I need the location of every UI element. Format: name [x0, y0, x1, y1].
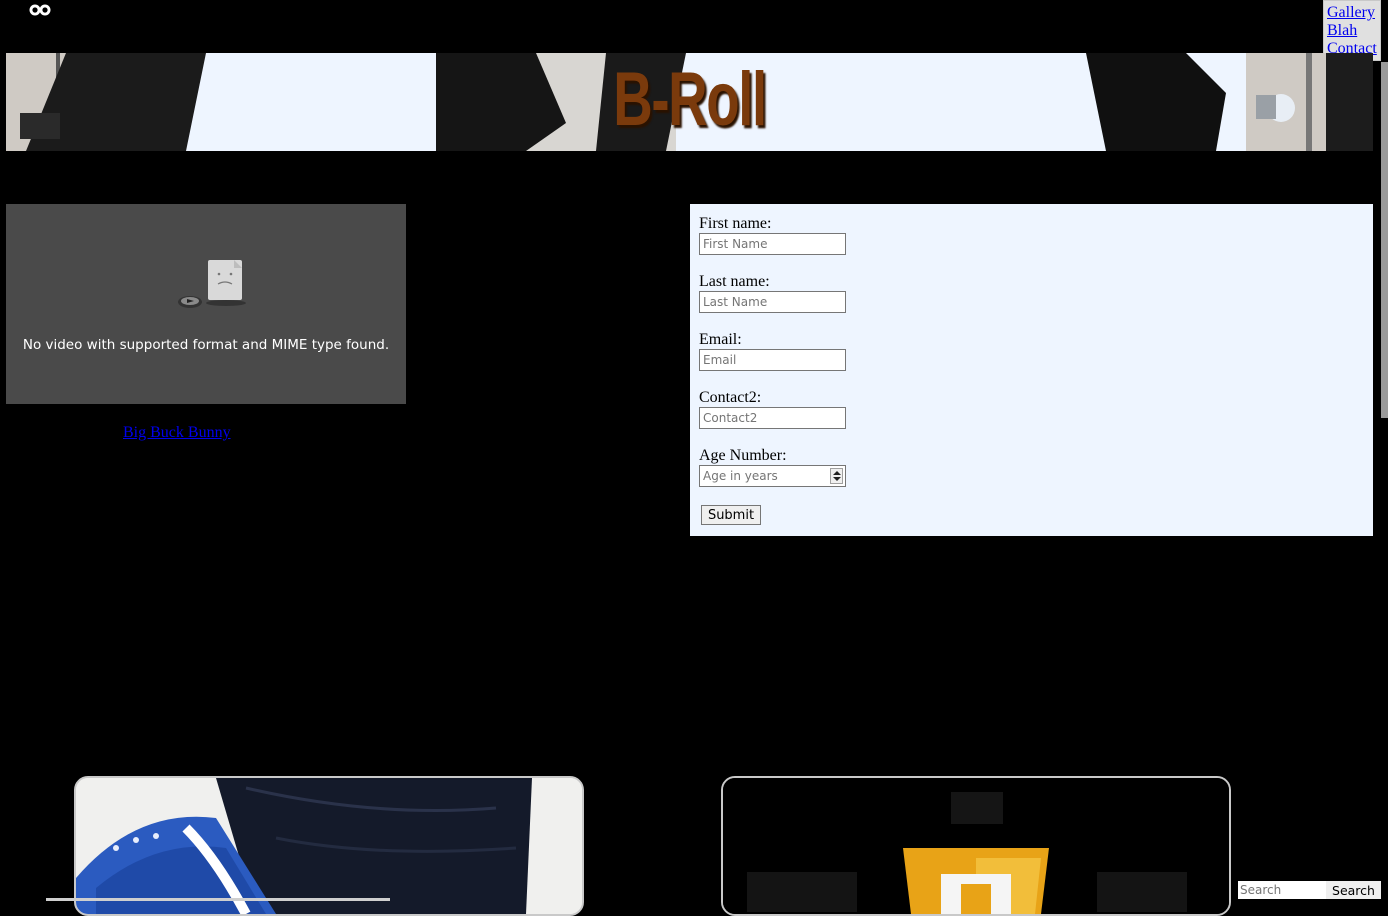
email-label: Email: [699, 331, 742, 348]
nav-link-blah[interactable]: Blah [1327, 22, 1380, 40]
search-button[interactable]: Search [1326, 881, 1381, 899]
age-input[interactable] [699, 465, 846, 487]
sneaker-photo [76, 778, 582, 914]
video-error-message: No video with supported format and MIME … [22, 337, 390, 353]
infinity-logo-icon [29, 4, 51, 16]
first-name-label: First name: [699, 215, 772, 232]
stepper-down-icon[interactable] [833, 477, 841, 481]
site-title: B-Roll [613, 57, 767, 142]
broken-file-icon [178, 260, 246, 308]
submit-button[interactable]: Submit [701, 505, 761, 525]
top-nav: Gallery Blah Contact [1323, 0, 1381, 61]
last-name-label: Last name: [699, 273, 770, 290]
video-player[interactable]: No video with supported format and MIME … [6, 204, 406, 404]
first-name-input[interactable] [699, 233, 846, 255]
stepper-up-icon[interactable] [833, 471, 841, 475]
sneaker-image-card [74, 776, 584, 916]
contact2-label: Contact2: [699, 389, 762, 406]
age-label: Age Number: [699, 447, 787, 464]
nav-link-gallery[interactable]: Gallery [1327, 4, 1380, 22]
contact2-input[interactable] [699, 407, 846, 429]
contact-form: First name: Last name: Email: Contact2: … [690, 204, 1373, 536]
age-stepper[interactable] [830, 468, 843, 484]
big-buck-bunny-link[interactable]: Big Buck Bunny [123, 424, 231, 442]
html5-logo-image [723, 778, 1229, 914]
header-banner: B-Roll [6, 53, 1373, 151]
html5-image-card [721, 776, 1231, 916]
last-name-input[interactable] [699, 291, 846, 313]
vertical-scrollbar[interactable] [1381, 62, 1388, 418]
email-input[interactable] [699, 349, 846, 371]
search-input[interactable] [1238, 881, 1326, 899]
age-number-wrapper [699, 465, 846, 487]
